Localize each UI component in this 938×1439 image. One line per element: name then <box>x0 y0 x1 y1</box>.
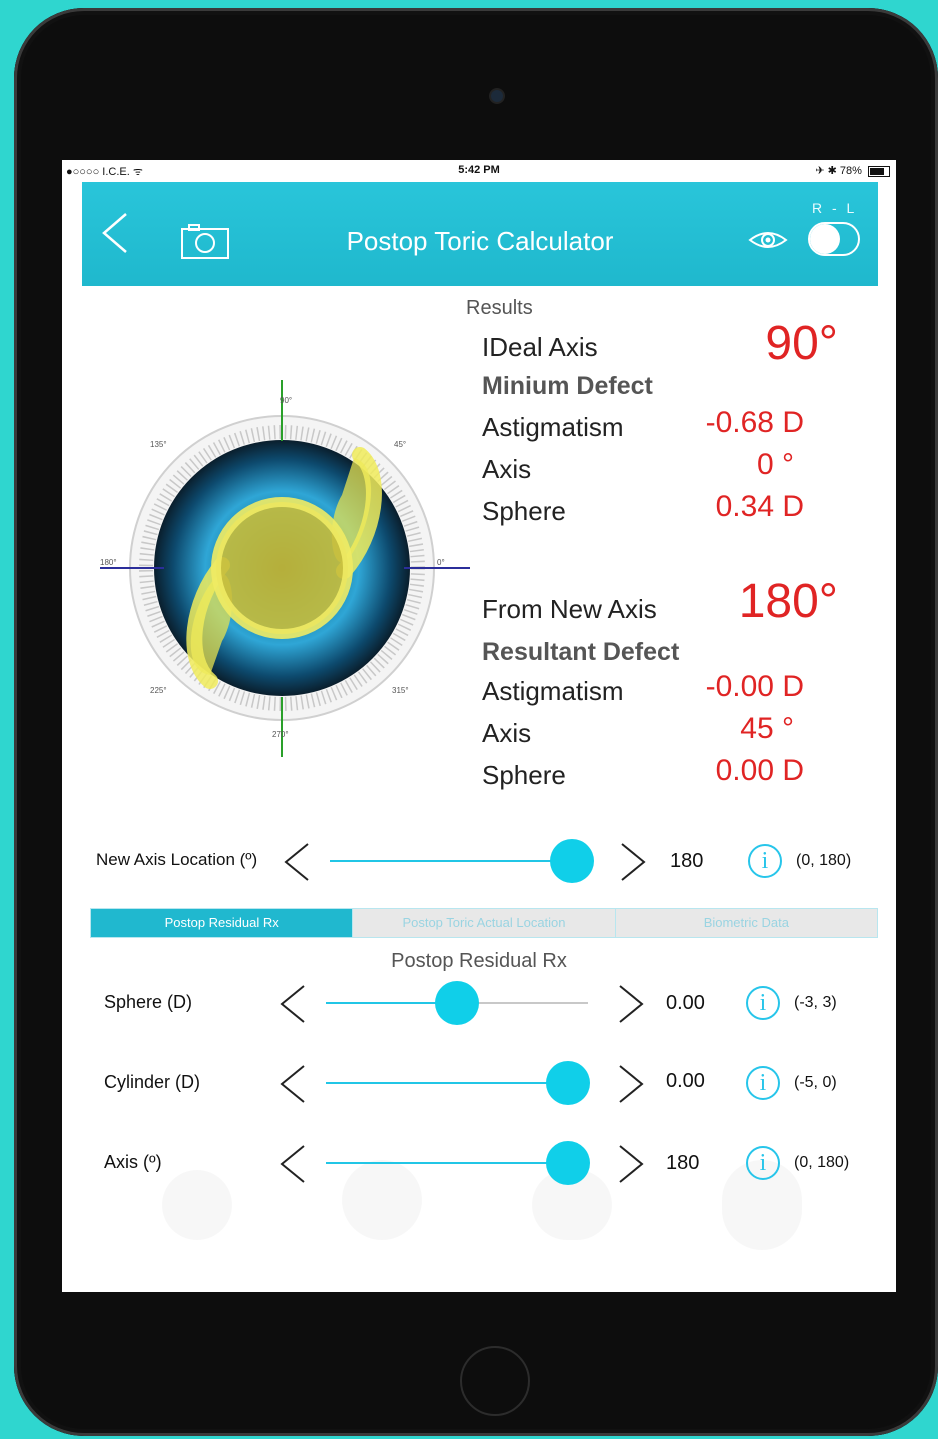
axis-slider[interactable] <box>326 1141 590 1185</box>
toggle-knob <box>810 224 840 254</box>
min-axis-value: 0 ° <box>756 448 794 481</box>
battery-status: ✈ ✱ 78% <box>815 164 890 177</box>
res-sphere-value: 0.00 D <box>715 754 804 787</box>
axis-range: (0, 180) <box>794 1154 850 1171</box>
increase-chevron-icon[interactable] <box>616 1062 646 1106</box>
decrease-chevron-icon[interactable] <box>278 1062 308 1106</box>
new-axis-range: (0, 180) <box>796 852 852 869</box>
slider-thumb[interactable] <box>435 981 479 1025</box>
sphere-slider-row: Sphere (D) 0.00 i (-3, 3) <box>62 978 896 1028</box>
cylinder-value: 0.00 <box>666 1070 705 1092</box>
sphere-label: Sphere (D) <box>104 992 193 1012</box>
status-bar: ●○○○○ I.C.E. ᯤ 5:42 PM ✈ ✱ 78% <box>62 160 896 182</box>
minimum-defect-heading: Minium Defect <box>482 372 653 400</box>
tab-bar: Postop Residual Rx Postop Toric Actual L… <box>90 908 878 938</box>
sphere-slider[interactable] <box>326 981 588 1025</box>
sphere-range: (-3, 3) <box>794 994 837 1011</box>
min-astigmatism-value: -0.68 D <box>705 406 804 439</box>
cylinder-slider-row: Cylinder (D) 0.00 i (-5, 0) <box>62 1058 896 1108</box>
res-astigmatism-label: Astigmatism <box>482 676 624 706</box>
min-astigmatism-label: Astigmatism <box>482 412 624 442</box>
ideal-axis-label: IDeal Axis <box>482 332 598 362</box>
eye-side-toggle[interactable] <box>808 222 860 256</box>
home-button[interactable] <box>460 1346 530 1416</box>
eye-icon[interactable] <box>748 226 788 254</box>
toric-axis-diagram: 90° 45° 0° 315° 270° 225° 180° 135° <box>100 380 470 757</box>
cylinder-range: (-5, 0) <box>794 1074 837 1091</box>
resultant-defect-heading: Resultant Defect <box>482 638 680 666</box>
new-axis-slider[interactable] <box>330 839 594 883</box>
results-heading: Results <box>466 297 533 319</box>
increase-chevron-icon[interactable] <box>618 840 648 884</box>
front-camera <box>491 90 503 102</box>
navigation-bar: Postop Toric Calculator R - L <box>82 182 878 286</box>
degree-label-180: 180° <box>100 558 117 567</box>
slider-fill <box>326 1162 568 1164</box>
degree-label-225: 225° <box>150 686 167 695</box>
new-axis-value: 180 <box>670 850 704 872</box>
info-icon[interactable]: i <box>746 986 780 1020</box>
min-sphere-label: Sphere <box>482 496 566 526</box>
new-axis-label: New Axis Location (º) <box>96 850 258 869</box>
cylinder-label: Cylinder (D) <box>104 1072 201 1092</box>
sphere-value: 0.00 <box>666 992 705 1014</box>
app-screen: ●○○○○ I.C.E. ᯤ 5:42 PM ✈ ✱ 78% Postop To… <box>62 160 896 1292</box>
slider-thumb[interactable] <box>550 839 594 883</box>
degree-label-135: 135° <box>150 440 167 449</box>
axis-label: Axis (º) <box>104 1152 162 1172</box>
eye-side-label: R - L <box>812 200 858 216</box>
tab-postop-toric-actual-location[interactable]: Postop Toric Actual Location <box>353 909 616 937</box>
increase-chevron-icon[interactable] <box>616 982 646 1026</box>
tab-biometric-data[interactable]: Biometric Data <box>616 909 877 937</box>
from-new-axis-label: From New Axis <box>482 594 657 624</box>
battery-icon <box>868 165 890 177</box>
res-sphere-label: Sphere <box>482 760 566 790</box>
degree-label-90: 90° <box>280 396 292 405</box>
info-icon[interactable]: i <box>748 844 782 878</box>
res-astigmatism-value: -0.00 D <box>705 670 804 703</box>
res-axis-label: Axis <box>482 718 532 748</box>
degree-label-45: 45° <box>394 440 406 449</box>
ideal-axis-value: 90° <box>765 317 838 370</box>
from-new-axis-value: 180° <box>738 575 838 628</box>
section-title: Postop Residual Rx <box>391 950 567 972</box>
res-axis-value: 45 ° <box>740 712 794 745</box>
info-icon[interactable]: i <box>746 1066 780 1100</box>
new-axis-slider-row: New Axis Location (º) 180 i (0, 180) <box>62 838 896 888</box>
clock: 5:42 PM <box>458 164 500 176</box>
slider-fill <box>326 1082 568 1084</box>
axis-slider-row: Axis (º) 180 i (0, 180) <box>62 1138 896 1188</box>
decrease-chevron-icon[interactable] <box>278 1142 308 1186</box>
tab-postop-residual-rx[interactable]: Postop Residual Rx <box>91 909 354 937</box>
decrease-chevron-icon[interactable] <box>282 840 312 884</box>
decrease-chevron-icon[interactable] <box>278 982 308 1026</box>
slider-thumb[interactable] <box>546 1061 590 1105</box>
min-axis-label: Axis <box>482 454 532 484</box>
min-sphere-value: 0.34 D <box>715 490 804 523</box>
cylinder-slider[interactable] <box>326 1061 590 1105</box>
degree-label-0: 0° <box>437 558 445 567</box>
slider-thumb[interactable] <box>546 1141 590 1185</box>
slider-fill <box>330 860 572 862</box>
battery-percent: ✈ ✱ 78% <box>815 165 862 177</box>
degree-label-270: 270° <box>272 730 289 739</box>
axis-value: 180 <box>666 1152 700 1174</box>
increase-chevron-icon[interactable] <box>616 1142 646 1186</box>
degree-label-315: 315° <box>392 686 409 695</box>
info-icon[interactable]: i <box>746 1146 780 1180</box>
